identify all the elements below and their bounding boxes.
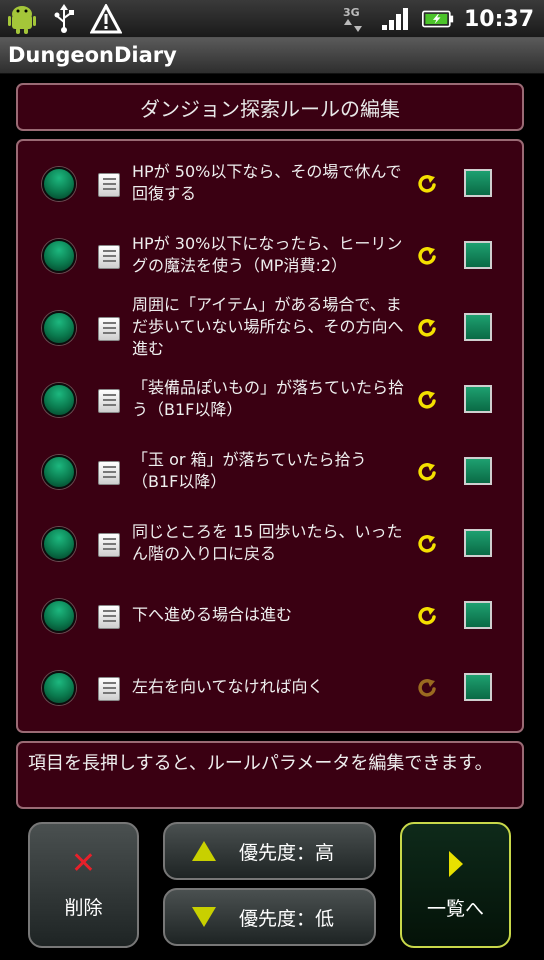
- document-icon: [98, 245, 120, 269]
- page-header: ダンジョン探索ルールの編集: [16, 83, 524, 131]
- rule-label: 周囲に「アイテム」がある場合で、まだ歩いていない場所なら、その方向へ進む: [132, 295, 404, 358]
- cycle-arrow-head: [427, 535, 435, 543]
- priority-high-button[interactable]: 優先度：高: [163, 822, 376, 880]
- triangle-down-icon: [192, 907, 216, 927]
- rule-enabled-checkbox[interactable]: [464, 457, 492, 485]
- rule-select-radio[interactable]: [42, 455, 76, 489]
- rule-select-radio[interactable]: [42, 167, 76, 201]
- rule-enabled-checkbox[interactable]: [464, 673, 492, 701]
- rule-label: HPが 50%以下なら、その場で休んで回復する: [132, 162, 402, 203]
- cycle-arrow-head: [427, 463, 435, 471]
- document-icon: [98, 389, 120, 413]
- document-icon: [98, 461, 120, 485]
- signal-icon: [380, 3, 412, 35]
- delete-button-label: 削除: [64, 896, 103, 919]
- cycle-arrow-icon[interactable]: [416, 173, 438, 195]
- rule-enabled-checkbox[interactable]: [464, 313, 492, 341]
- cycle-arrow-head: [427, 391, 435, 399]
- to-list-button[interactable]: 一覧へ: [400, 822, 511, 948]
- rule-row[interactable]: 周囲に「アイテム」がある場合で、まだ歩いていない場所なら、その方向へ進む: [18, 291, 522, 363]
- cycle-arrow-icon[interactable]: [416, 461, 438, 483]
- page-title: ダンジョン探索ルールの編集: [140, 96, 400, 121]
- clock: 10:37: [463, 6, 534, 32]
- rule-select-radio[interactable]: [42, 239, 76, 273]
- priority-high-label: 優先度：高: [239, 841, 335, 864]
- delete-button[interactable]: ✕ 削除: [28, 822, 139, 948]
- cycle-arrow-head: [427, 319, 435, 327]
- warning-icon: [90, 3, 122, 35]
- android-icon: [6, 3, 38, 35]
- rule-enabled-checkbox[interactable]: [464, 385, 492, 413]
- rule-select-radio[interactable]: [42, 311, 76, 345]
- rule-row[interactable]: 左右を向いてなければ向く: [18, 651, 522, 723]
- rule-select-radio[interactable]: [42, 527, 76, 561]
- hint-text: 項目を長押しすると、ルールパラメータを編集できます。: [28, 753, 493, 774]
- cycle-arrow-icon[interactable]: [416, 245, 438, 267]
- rule-row[interactable]: HPが 30%以下になったら、ヒーリングの魔法を使う（MP消費:2）: [18, 219, 522, 291]
- app-title: DungeonDiary: [8, 43, 177, 67]
- battery-icon: [421, 3, 454, 35]
- cycle-arrow-head: [427, 679, 435, 687]
- delete-x-icon: ✕: [70, 845, 97, 881]
- document-icon: [98, 173, 120, 197]
- cycle-arrow-icon[interactable]: [416, 533, 438, 555]
- document-icon: [98, 317, 120, 341]
- svg-text:3G: 3G: [343, 6, 360, 19]
- priority-low-label: 優先度：低: [239, 907, 335, 930]
- cycle-arrow-icon[interactable]: [416, 677, 438, 699]
- rule-label: 左右を向いてなければ向く: [132, 677, 324, 696]
- rule-enabled-checkbox[interactable]: [464, 601, 492, 629]
- rule-select-radio[interactable]: [42, 383, 76, 417]
- to-list-label: 一覧へ: [426, 897, 484, 920]
- cycle-arrow-icon[interactable]: [416, 317, 438, 339]
- cycle-arrow-head: [427, 175, 435, 183]
- cycle-arrow-head: [427, 607, 435, 615]
- priority-low-button[interactable]: 優先度：低: [163, 888, 376, 946]
- rule-enabled-checkbox[interactable]: [464, 529, 492, 557]
- rule-list: HPが 50%以下なら、その場で休んで回復する HPが 30%以下になったら、ヒ…: [16, 139, 524, 733]
- rule-label: 下へ進める場合は進む: [132, 605, 293, 624]
- hint-panel: 項目を長押しすると、ルールパラメータを編集できます。: [16, 741, 524, 809]
- rule-label: 同じところを 15 回歩いたら、いったん階の入り口に戻る: [132, 522, 403, 563]
- cycle-arrow-icon[interactable]: [416, 389, 438, 411]
- rule-row[interactable]: 下へ進める場合は進む: [18, 579, 522, 651]
- status-bar: 3G 10:37: [0, 0, 544, 38]
- rule-select-radio[interactable]: [42, 671, 76, 705]
- rule-label: HPが 30%以下になったら、ヒーリングの魔法を使う（MP消費:2）: [132, 234, 403, 275]
- cycle-arrow-icon[interactable]: [416, 605, 438, 627]
- 3g-icon: 3G: [338, 3, 370, 35]
- app-title-bar: DungeonDiary: [0, 38, 544, 74]
- rule-row[interactable]: HPが 50%以下なら、その場で休んで回復する: [18, 147, 522, 219]
- document-icon: [98, 677, 120, 701]
- rule-label: 「玉 or 箱」が落ちていたら拾う（B1F以降）: [132, 450, 367, 491]
- triangle-up-icon: [192, 841, 216, 861]
- rule-row[interactable]: 同じところを 15 回歩いたら、いったん階の入り口に戻る: [18, 507, 522, 579]
- cycle-arrow-head: [427, 247, 435, 255]
- rule-enabled-checkbox[interactable]: [464, 169, 492, 197]
- document-icon: [98, 533, 120, 557]
- rule-label: 「装備品ぽいもの」が落ちていたら拾う（B1F以降）: [132, 378, 405, 419]
- rule-row[interactable]: 「玉 or 箱」が落ちていたら拾う（B1F以降）: [18, 435, 522, 507]
- play-arrow-icon: [448, 850, 463, 877]
- document-icon: [98, 605, 120, 629]
- rule-row[interactable]: 「装備品ぽいもの」が落ちていたら拾う（B1F以降）: [18, 363, 522, 435]
- rule-select-radio[interactable]: [42, 599, 76, 633]
- usb-icon: [48, 3, 80, 35]
- rule-enabled-checkbox[interactable]: [464, 241, 492, 269]
